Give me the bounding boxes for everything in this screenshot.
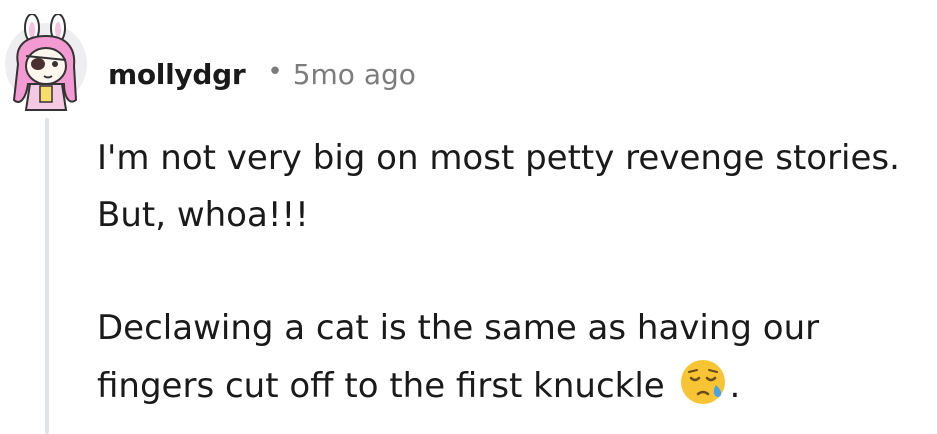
thread-collapse-line[interactable] <box>45 118 49 434</box>
user-avatar[interactable] <box>4 13 88 116</box>
trailing-punctuation: . <box>729 366 741 406</box>
comment-header: mollydgr • 5mo ago <box>108 52 416 96</box>
comment-paragraph: I'm not very big on most petty revenge s… <box>97 138 900 235</box>
meta-separator: • <box>267 57 283 87</box>
username-link[interactable]: mollydgr <box>108 58 246 91</box>
comment: mollydgr • 5mo ago I'm not very big on m… <box>0 0 937 434</box>
comment-paragraph: Declawing a cat is the same as having ou… <box>97 300 927 415</box>
sad-but-relieved-face-icon <box>678 357 728 407</box>
comment-timestamp[interactable]: 5mo ago <box>293 58 416 91</box>
comment-body: I'm not very big on most petty revenge s… <box>97 130 927 415</box>
